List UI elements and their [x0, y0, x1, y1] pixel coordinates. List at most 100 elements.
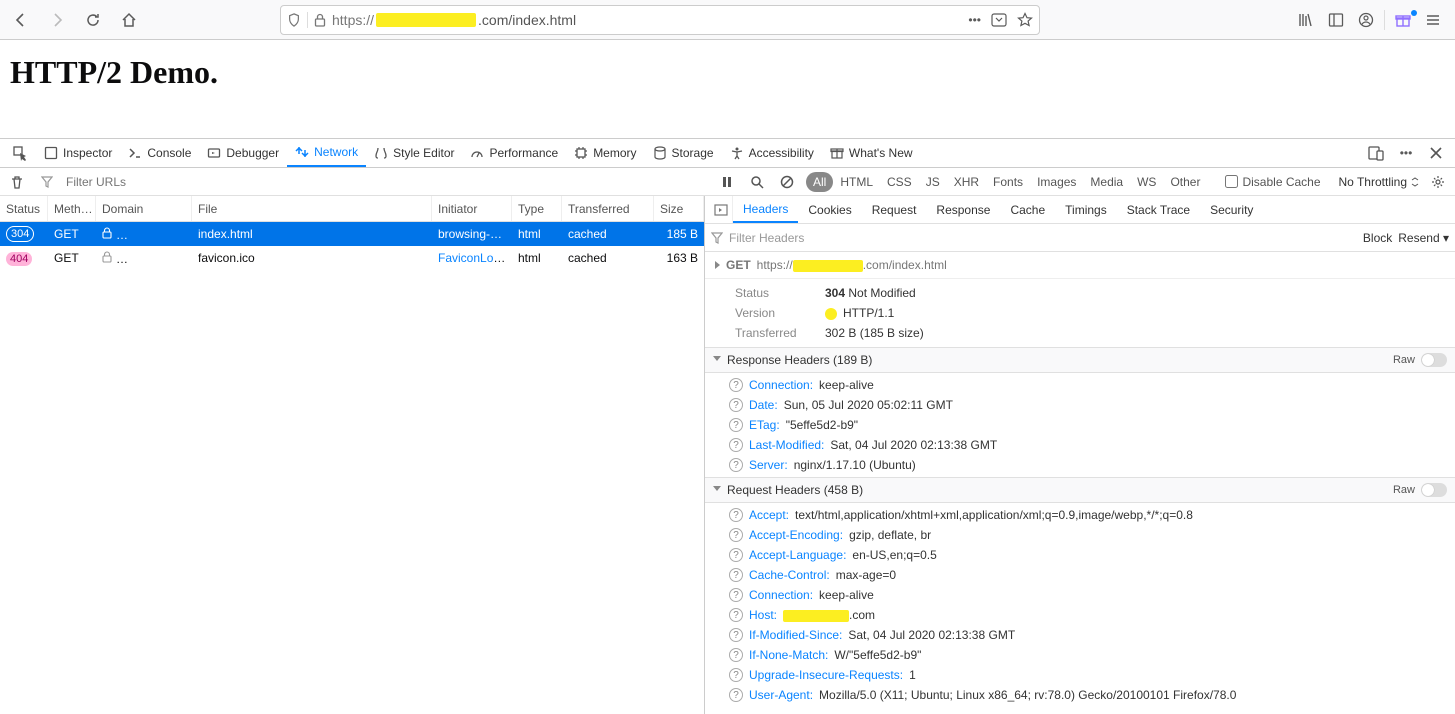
- toggle-panel-icon[interactable]: [709, 196, 733, 223]
- details-tab-headers[interactable]: Headers: [733, 196, 798, 223]
- help-icon[interactable]: ?: [729, 528, 743, 542]
- column-header[interactable]: Initiator: [432, 196, 512, 221]
- filter-pill-html[interactable]: HTML: [833, 172, 880, 192]
- help-icon[interactable]: ?: [729, 418, 743, 432]
- filter-pill-all[interactable]: All: [806, 172, 833, 192]
- chevron-down-icon: [713, 486, 721, 495]
- disable-cache-toggle[interactable]: Disable Cache: [1225, 175, 1320, 189]
- network-toolbar: AllHTMLCSSJSXHRFontsImagesMediaWSOther D…: [0, 168, 1455, 196]
- details-tab-cookies[interactable]: Cookies: [798, 196, 861, 223]
- home-button[interactable]: [114, 5, 144, 35]
- devtools-tabs: InspectorConsoleDebuggerNetworkStyle Edi…: [0, 138, 1455, 168]
- accessibility-icon: [730, 146, 744, 160]
- table-row[interactable]: 304GET…index.htmlbrowsing-c…htmlcached18…: [0, 222, 704, 246]
- back-button[interactable]: [6, 5, 36, 35]
- raw-toggle[interactable]: [1421, 483, 1447, 497]
- tab-storage[interactable]: Storage: [645, 139, 722, 167]
- har-settings-icon[interactable]: [1427, 175, 1449, 189]
- clear-icon[interactable]: [6, 175, 28, 189]
- tab-style-editor[interactable]: Style Editor: [366, 139, 462, 167]
- filter-pill-ws[interactable]: WS: [1130, 172, 1163, 192]
- help-icon[interactable]: ?: [729, 458, 743, 472]
- help-icon[interactable]: ?: [729, 548, 743, 562]
- search-icon[interactable]: [746, 175, 768, 189]
- help-icon[interactable]: ?: [729, 398, 743, 412]
- filter-pill-js[interactable]: JS: [919, 172, 947, 192]
- column-header[interactable]: File: [192, 196, 432, 221]
- url-text: https://.com/index.html: [332, 12, 962, 28]
- column-header[interactable]: Status: [0, 196, 48, 221]
- details-tab-cache[interactable]: Cache: [1000, 196, 1055, 223]
- details-tab-timings[interactable]: Timings: [1055, 196, 1117, 223]
- raw-toggle[interactable]: [1421, 353, 1447, 367]
- help-icon[interactable]: ?: [729, 508, 743, 522]
- tab-memory[interactable]: Memory: [566, 139, 644, 167]
- lock-icon: [102, 251, 112, 263]
- responsive-design-icon[interactable]: [1365, 145, 1387, 161]
- column-header[interactable]: Transferred: [562, 196, 654, 221]
- filter-pill-css[interactable]: CSS: [880, 172, 919, 192]
- column-header[interactable]: Type: [512, 196, 562, 221]
- filter-icon[interactable]: [36, 176, 58, 188]
- more-actions-icon[interactable]: •••: [968, 13, 981, 27]
- filter-pill-other[interactable]: Other: [1163, 172, 1207, 192]
- redacted-value: [783, 610, 849, 622]
- tab-inspector[interactable]: Inspector: [36, 139, 120, 167]
- forward-button[interactable]: [42, 5, 72, 35]
- bookmark-star-icon[interactable]: [1017, 12, 1033, 28]
- help-icon[interactable]: ?: [729, 628, 743, 642]
- request-headers-section[interactable]: Request Headers (458 B) Raw: [705, 477, 1455, 503]
- network-icon: [295, 145, 309, 159]
- url-bar[interactable]: https://.com/index.html •••: [280, 5, 1040, 35]
- pause-icon[interactable]: [716, 176, 738, 188]
- details-tab-stack-trace[interactable]: Stack Trace: [1117, 196, 1200, 223]
- help-icon[interactable]: ?: [729, 568, 743, 582]
- summary-url[interactable]: GET https://.com/index.html: [705, 252, 1455, 279]
- library-icon[interactable]: [1294, 12, 1318, 28]
- filter-pill-xhr[interactable]: XHR: [947, 172, 986, 192]
- tab-accessibility[interactable]: Accessibility: [722, 139, 822, 167]
- filter-pill-fonts[interactable]: Fonts: [986, 172, 1030, 192]
- tab-console[interactable]: Console: [120, 139, 199, 167]
- help-icon[interactable]: ?: [729, 378, 743, 392]
- block-icon[interactable]: [776, 175, 798, 189]
- reload-button[interactable]: [78, 5, 108, 35]
- filter-pills: AllHTMLCSSJSXHRFontsImagesMediaWSOther: [806, 172, 1207, 192]
- redacted-domain: [793, 260, 863, 272]
- whats-new-icon[interactable]: [1391, 12, 1415, 28]
- help-icon[interactable]: ?: [729, 608, 743, 622]
- column-header[interactable]: Domain: [96, 196, 192, 221]
- filter-headers-input[interactable]: Filter Headers: [729, 231, 804, 245]
- details-tab-security[interactable]: Security: [1200, 196, 1263, 223]
- tab-debugger[interactable]: Debugger: [199, 139, 287, 167]
- help-icon[interactable]: ?: [729, 688, 743, 702]
- help-icon[interactable]: ?: [729, 648, 743, 662]
- resend-button[interactable]: Resend ▾: [1398, 231, 1449, 245]
- details-tab-request[interactable]: Request: [862, 196, 927, 223]
- filter-pill-media[interactable]: Media: [1083, 172, 1130, 192]
- redacted-dot: [825, 308, 837, 320]
- inspect-toggle[interactable]: [4, 139, 36, 167]
- details-tab-response[interactable]: Response: [926, 196, 1000, 223]
- hamburger-menu-icon[interactable]: [1421, 12, 1445, 28]
- reader-icon[interactable]: [991, 13, 1007, 27]
- table-row[interactable]: 404GET…favicon.icoFaviconLoa…htmlcached1…: [0, 246, 704, 270]
- tab-network[interactable]: Network: [287, 139, 366, 167]
- column-header[interactable]: Size: [654, 196, 704, 221]
- column-header[interactable]: Meth…: [48, 196, 96, 221]
- sidebar-icon[interactable]: [1324, 12, 1348, 28]
- throttling-select[interactable]: No Throttling: [1339, 175, 1419, 189]
- account-icon[interactable]: [1354, 12, 1378, 28]
- tab-performance[interactable]: Performance: [462, 139, 566, 167]
- help-icon[interactable]: ?: [729, 588, 743, 602]
- tab-what-s-new[interactable]: What's New: [822, 139, 921, 167]
- help-icon[interactable]: ?: [729, 438, 743, 452]
- filter-pill-images[interactable]: Images: [1030, 172, 1083, 192]
- devtools-close-icon[interactable]: [1425, 146, 1447, 160]
- header-row: ?Accept-Language: en-US,en;q=0.5: [705, 545, 1455, 565]
- help-icon[interactable]: ?: [729, 668, 743, 682]
- filter-urls-input[interactable]: [66, 175, 221, 189]
- response-headers-section[interactable]: Response Headers (189 B) Raw: [705, 347, 1455, 373]
- devtools-more-icon[interactable]: •••: [1395, 146, 1417, 160]
- block-button[interactable]: Block: [1363, 231, 1392, 245]
